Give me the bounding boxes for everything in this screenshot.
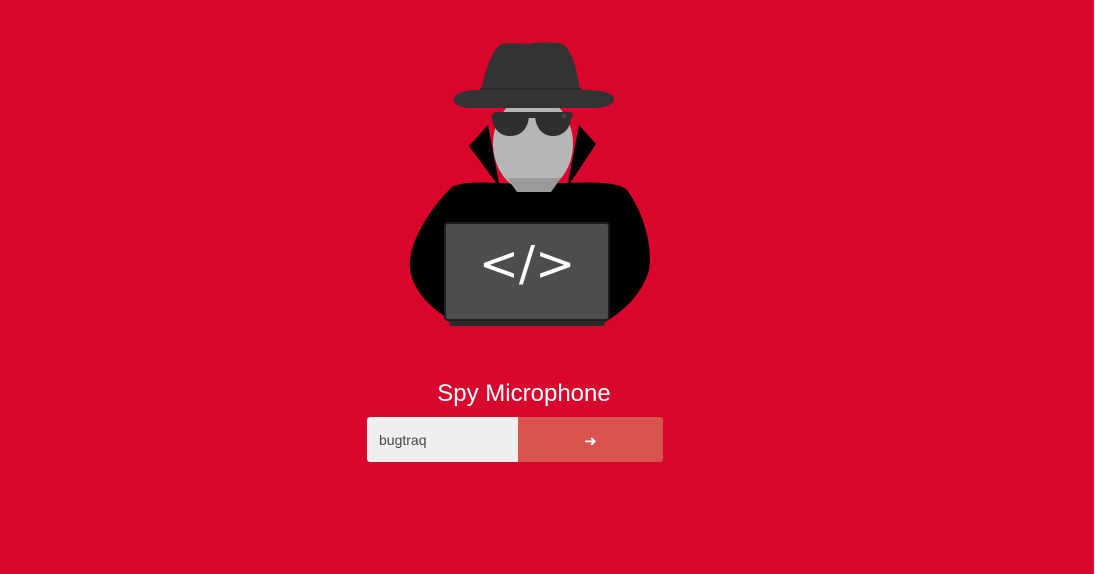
laptop-code-symbol: </> [479, 236, 576, 292]
hat-brim [453, 89, 615, 108]
arrow-right-icon: ➜ [584, 431, 597, 450]
login-form: ➜ [367, 417, 663, 462]
page-title: Spy Microphone [437, 380, 611, 407]
page: </> Spy Microphone ➜ [0, 0, 1094, 574]
submit-button[interactable]: ➜ [518, 417, 663, 462]
spy-face [493, 96, 573, 192]
hat-crown [480, 42, 581, 96]
spy-hacker-illustration: </> [409, 42, 650, 326]
name-input[interactable] [367, 417, 518, 462]
